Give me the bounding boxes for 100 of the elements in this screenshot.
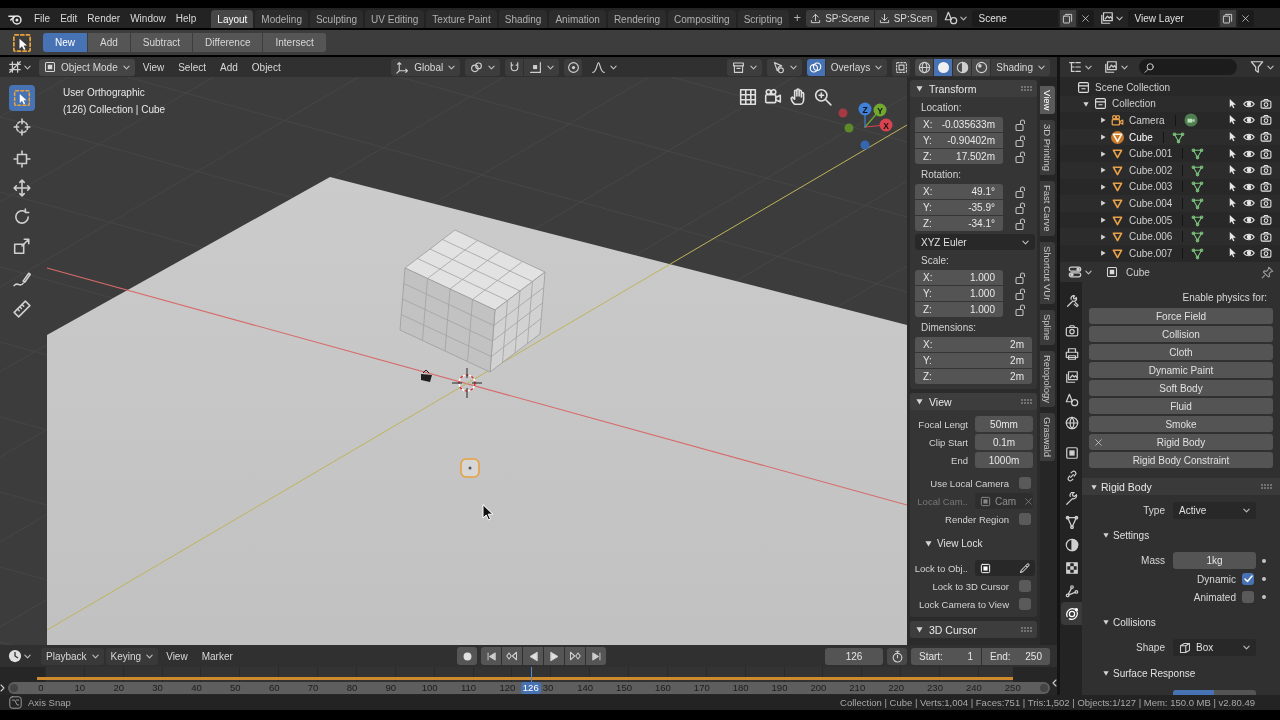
number-field[interactable]: 0.1m bbox=[975, 434, 1033, 450]
caret-icon[interactable] bbox=[547, 64, 555, 70]
current-frame-field[interactable]: 126 bbox=[825, 647, 883, 665]
gizmo-dropdown[interactable] bbox=[766, 58, 802, 76]
number-field[interactable]: Y: -0.90402m bbox=[915, 133, 1003, 148]
menu-item[interactable]: Object bbox=[245, 61, 287, 73]
triangle-down-icon[interactable] bbox=[1103, 619, 1109, 625]
tree-item[interactable]: Cube.002 bbox=[1129, 164, 1173, 176]
menu-dropdown[interactable]: Playback bbox=[41, 647, 104, 665]
padlock-open-icon[interactable] bbox=[1015, 201, 1026, 214]
camera-icon[interactable] bbox=[1260, 214, 1272, 227]
shading-mode-button[interactable] bbox=[915, 58, 934, 76]
panel-header[interactable]: View bbox=[910, 393, 1037, 410]
tree-item[interactable]: Cube.006 bbox=[1129, 231, 1173, 243]
triangle-down-icon[interactable] bbox=[916, 398, 923, 405]
preview-range-toggle[interactable] bbox=[887, 647, 907, 665]
padlock-open-icon[interactable] bbox=[1015, 271, 1026, 284]
keyframe-dot-icon[interactable] bbox=[1262, 577, 1266, 581]
caret-icon[interactable] bbox=[1022, 239, 1029, 245]
sidebar-tab[interactable]: Graswald bbox=[1040, 412, 1055, 461]
panel-header[interactable]: Transform bbox=[910, 80, 1037, 97]
triangle-right-icon[interactable] bbox=[1100, 183, 1106, 190]
number-field[interactable]: Z: 2m bbox=[915, 369, 1032, 384]
triangle-right-icon[interactable] bbox=[1100, 250, 1106, 257]
menu-item[interactable]: Edit bbox=[55, 12, 83, 24]
transport-button[interactable] bbox=[481, 647, 502, 665]
orientation-dropdown[interactable]: Global bbox=[391, 58, 461, 76]
sidebar-tab[interactable]: Retopology bbox=[1040, 350, 1055, 407]
triangle-down-icon[interactable] bbox=[1103, 670, 1109, 676]
caret-icon[interactable] bbox=[488, 64, 496, 70]
camera-icon[interactable] bbox=[1260, 247, 1272, 260]
sidebar-tab[interactable]: 3D Printing bbox=[1040, 120, 1055, 176]
keyframe-dot-icon[interactable] bbox=[1262, 558, 1266, 563]
caret-icon[interactable] bbox=[1115, 15, 1123, 21]
caret-icon[interactable] bbox=[875, 64, 883, 70]
shapes-icon[interactable] bbox=[943, 11, 958, 25]
workspace-tab[interactable]: UV Editing bbox=[365, 10, 425, 28]
type-dropdown[interactable]: Active bbox=[1173, 502, 1256, 519]
caret-icon[interactable] bbox=[1038, 64, 1045, 70]
number-field[interactable]: Y: -35.9° bbox=[915, 200, 1003, 215]
subpanel-header[interactable]: Collisions bbox=[1089, 614, 1273, 630]
transport-button[interactable] bbox=[586, 647, 607, 665]
properties-tab[interactable] bbox=[1061, 602, 1082, 625]
image-stack-icon[interactable] bbox=[1104, 60, 1118, 74]
chevron-left-icon[interactable] bbox=[1052, 679, 1057, 687]
tree-item[interactable]: Cube bbox=[1129, 131, 1153, 143]
sidebar-tab[interactable]: Spline bbox=[1040, 310, 1055, 345]
search-field[interactable] bbox=[1139, 59, 1237, 75]
eyedropper-icon[interactable] bbox=[1019, 562, 1031, 574]
add-workspace-button[interactable]: + bbox=[788, 9, 807, 27]
workspace-tab[interactable]: Sculpting bbox=[309, 10, 364, 28]
physics-button[interactable]: Cloth bbox=[1089, 344, 1273, 360]
sync-button[interactable]: SP:Scene bbox=[806, 9, 874, 27]
triangle-right-icon[interactable] bbox=[1100, 217, 1106, 224]
number-field[interactable]: 50mm bbox=[975, 416, 1033, 432]
number-field[interactable]: 1000m bbox=[975, 452, 1033, 468]
menu-item[interactable]: View bbox=[160, 650, 194, 662]
caret-icon[interactable] bbox=[749, 64, 757, 70]
panel-header[interactable]: 3D Cursor bbox=[910, 621, 1037, 638]
view-layer-field[interactable]: View Layer bbox=[1127, 9, 1218, 27]
slider-track[interactable] bbox=[1173, 690, 1256, 695]
sidebar-tab[interactable]: View bbox=[1040, 86, 1055, 115]
camera-icon[interactable] bbox=[1260, 230, 1272, 243]
checkbox[interactable] bbox=[1019, 477, 1031, 489]
close-button[interactable] bbox=[1237, 9, 1254, 27]
padlock-open-icon[interactable] bbox=[1015, 134, 1026, 147]
pointer-arrow-icon[interactable] bbox=[1227, 147, 1238, 159]
padlock-open-icon[interactable] bbox=[1015, 287, 1026, 300]
grip-dots-icon[interactable] bbox=[1021, 399, 1032, 404]
number-field[interactable]: Y: 2m bbox=[915, 353, 1032, 368]
panel-header[interactable]: Rigid Body bbox=[1082, 478, 1280, 495]
tree-item[interactable]: Collection bbox=[1112, 98, 1156, 110]
checkbox[interactable] bbox=[1242, 591, 1254, 603]
workspace-tab[interactable]: Scripting bbox=[737, 10, 789, 28]
checkbox[interactable] bbox=[1019, 513, 1031, 525]
checkbox[interactable] bbox=[1019, 598, 1031, 610]
menu-item[interactable]: Help bbox=[170, 12, 202, 24]
close-icon[interactable] bbox=[1093, 437, 1103, 447]
sync-button[interactable]: SP:Scen bbox=[874, 9, 937, 27]
camera-icon[interactable] bbox=[1260, 114, 1272, 127]
triangle-right-icon[interactable] bbox=[1100, 167, 1106, 174]
grip-dots-icon[interactable] bbox=[1261, 484, 1272, 489]
tree-item[interactable]: Scene Collection bbox=[1095, 81, 1171, 93]
number-field[interactable]: X: 2m bbox=[915, 337, 1032, 352]
number-field[interactable]: 1kg bbox=[1173, 552, 1256, 569]
camera-icon[interactable] bbox=[1260, 97, 1272, 110]
caret-icon[interactable] bbox=[91, 653, 99, 659]
tree-item[interactable]: Cube.003 bbox=[1129, 181, 1173, 193]
camera-icon[interactable] bbox=[1260, 147, 1272, 160]
close-icon[interactable] bbox=[1081, 13, 1091, 23]
subpanel-header[interactable]: Surface Response bbox=[1089, 665, 1273, 681]
menu-item[interactable]: Marker bbox=[195, 650, 239, 662]
mode-dropdown[interactable]: Object Mode bbox=[39, 58, 135, 76]
triangle-right-icon[interactable] bbox=[1100, 233, 1106, 240]
camera-icon[interactable] bbox=[1260, 164, 1272, 177]
pointer-arrow-icon[interactable] bbox=[1227, 114, 1238, 126]
triangle-right-icon[interactable] bbox=[1100, 150, 1106, 157]
physics-button[interactable]: Force Field bbox=[1089, 308, 1273, 324]
transport-button[interactable] bbox=[523, 647, 544, 665]
camera-icon[interactable] bbox=[764, 88, 782, 106]
